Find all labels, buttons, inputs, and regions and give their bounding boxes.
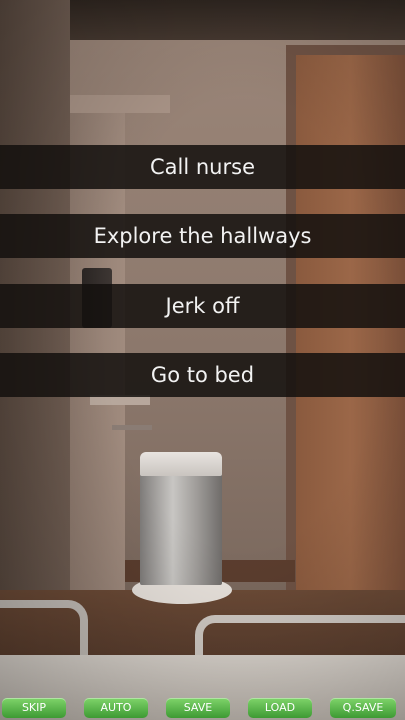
load-button[interactable]: LOAD [248, 698, 312, 718]
quick-menu: SKIP AUTO SAVE LOAD Q.SAVE [0, 696, 405, 720]
quick-save-button[interactable]: Q.SAVE [330, 698, 396, 718]
choice-go-to-bed[interactable]: Go to bed [0, 353, 405, 397]
save-button[interactable]: SAVE [166, 698, 230, 718]
choice-call-nurse[interactable]: Call nurse [0, 145, 405, 189]
choice-jerk-off[interactable]: Jerk off [0, 284, 405, 328]
choice-explore-hallways[interactable]: Explore the hallways [0, 214, 405, 258]
skip-button[interactable]: SKIP [2, 698, 66, 718]
auto-button[interactable]: AUTO [84, 698, 148, 718]
